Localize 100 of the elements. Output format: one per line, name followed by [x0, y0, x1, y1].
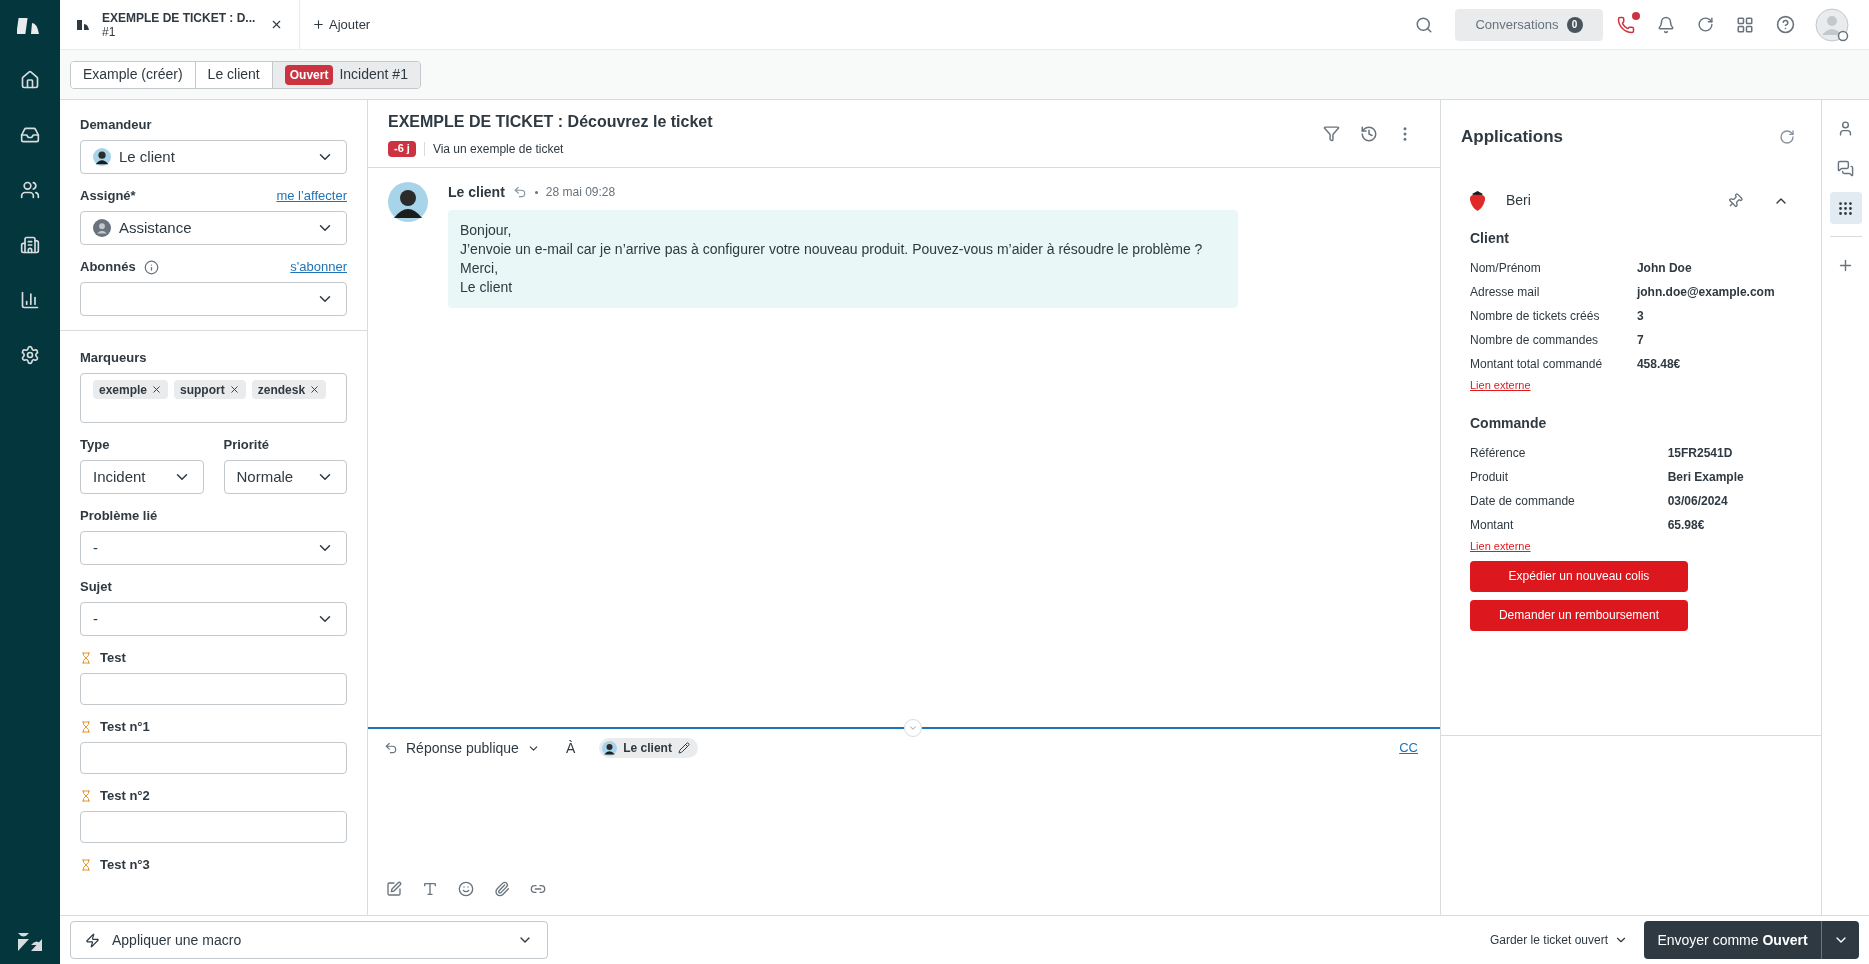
info-label: Nombre de tickets créés — [1470, 308, 1600, 323]
field-label: Abonnés — [80, 258, 136, 277]
status-dropdown[interactable]: Garder le ticket ouvert — [1489, 931, 1628, 949]
avatar — [602, 740, 618, 756]
cc-link[interactable]: CC — [1399, 738, 1418, 758]
select-value: Incident — [93, 466, 147, 487]
refresh-icon[interactable] — [1697, 16, 1714, 33]
info-value: 65.98€ — [1667, 518, 1705, 532]
info-label: Date de commande — [1470, 494, 1575, 508]
info-label: Nom/Prénom — [1470, 260, 1541, 275]
avatar — [93, 219, 111, 237]
bell-icon[interactable] — [1657, 15, 1675, 34]
filter-icon[interactable] — [1323, 125, 1340, 142]
expand-handle[interactable] — [904, 719, 922, 737]
info-value: john.doe@example.com — [1636, 284, 1775, 299]
close-icon[interactable] — [270, 18, 283, 31]
field-label: Test — [100, 649, 126, 668]
close-icon[interactable] — [151, 384, 163, 395]
building-icon — [20, 235, 40, 255]
input-field[interactable] — [80, 742, 347, 774]
tag[interactable]: exemple — [93, 380, 169, 399]
breadcrumb-item[interactable]: Incident #1 — [339, 64, 408, 85]
user-avatar[interactable] — [1815, 7, 1849, 42]
external-link[interactable]: Lien externe — [1470, 538, 1531, 555]
field-label: Problème lié — [80, 507, 158, 526]
select-field[interactable]: - — [80, 602, 347, 636]
breadcrumb-item[interactable]: Example (créer) — [71, 61, 196, 88]
avatar — [388, 182, 428, 222]
action-button[interactable]: Demander un remboursement — [1470, 599, 1688, 631]
help-icon[interactable] — [1776, 15, 1795, 34]
brand-logo-icon — [17, 932, 43, 952]
side-tool-button[interactable] — [1829, 192, 1862, 224]
home-icon — [20, 70, 40, 90]
recipient-name: Le client — [623, 740, 672, 757]
close-icon[interactable] — [309, 384, 321, 395]
add-tab-button[interactable]: Ajouter — [300, 14, 383, 35]
info-label: Nombre de commandes — [1470, 332, 1599, 347]
conversations-button[interactable]: Conversations 0 — [1455, 8, 1603, 41]
field-label: Test n°1 — [100, 718, 150, 737]
info-label: Référence — [1470, 446, 1526, 460]
select-value: - — [93, 608, 99, 629]
tag[interactable]: zendesk — [251, 380, 327, 399]
select-field[interactable]: Assistance — [80, 211, 347, 245]
field-label: Sujet — [80, 578, 112, 597]
select-field[interactable]: - — [80, 531, 347, 565]
info-label: Montant total commandé — [1470, 356, 1603, 371]
external-link[interactable]: Lien externe — [1470, 376, 1531, 393]
input-field[interactable] — [80, 811, 347, 843]
text-format-icon[interactable] — [422, 881, 438, 897]
select-field[interactable]: Le client — [80, 140, 347, 174]
recipient-chip[interactable]: Le client — [599, 738, 698, 758]
refresh-icon[interactable] — [1779, 128, 1795, 145]
message-line: Merci, — [460, 259, 500, 278]
select-value: Normale — [236, 466, 295, 487]
emoji-icon[interactable] — [458, 881, 474, 897]
field-label: Demandeur — [80, 116, 152, 135]
author-name: Le client — [448, 182, 505, 202]
tag-label: exemple — [99, 381, 148, 399]
app-name: Beri — [1506, 191, 1532, 210]
reply-mode-dropdown[interactable]: Réponse publique — [384, 737, 540, 759]
tag-label: zendesk — [257, 381, 306, 399]
pencil-icon[interactable] — [677, 742, 690, 754]
paperclip-icon[interactable] — [494, 881, 510, 897]
info-label: Montant — [1470, 518, 1514, 532]
info-value: 458.48€ — [1636, 356, 1681, 371]
field-label: Type — [80, 436, 110, 455]
tag[interactable]: support — [174, 380, 246, 399]
history-icon[interactable] — [1360, 124, 1378, 143]
close-icon[interactable] — [228, 384, 240, 395]
field-label: Marqueurs — [80, 349, 147, 368]
field-link[interactable]: me l’affecter — [276, 186, 347, 206]
grid-icon — [1837, 199, 1854, 217]
submit-button[interactable]: Envoyer comme Ouvert — [1644, 921, 1821, 959]
select-field[interactable]: Incident — [80, 460, 204, 494]
search-icon[interactable] — [1415, 15, 1433, 34]
field-link[interactable]: s'abonner — [290, 257, 347, 277]
bar-chart-icon — [20, 290, 40, 310]
select-value: Le client — [119, 146, 176, 167]
ticket-title: EXEMPLE DE TICKET : Découvrez le ticket — [388, 111, 714, 132]
select-field[interactable]: Normale — [223, 460, 347, 494]
submit-options-button[interactable] — [1821, 921, 1859, 959]
message-line: Le client — [460, 278, 514, 297]
info-value: Beri Example — [1667, 470, 1744, 484]
reply-icon — [384, 741, 398, 755]
message-time: 28 mai 09:28 — [545, 184, 616, 201]
settings-icon — [20, 345, 40, 365]
compose-icon[interactable] — [386, 881, 402, 897]
info-label: Produit — [1470, 470, 1509, 484]
tags-field[interactable]: exemple support zendesk — [80, 373, 347, 423]
macro-dropdown[interactable]: Appliquer une macro — [70, 921, 548, 959]
field-label: Test n°2 — [100, 787, 150, 806]
grid-icon[interactable] — [1736, 15, 1754, 34]
input-field[interactable] — [80, 673, 347, 705]
message-line: J’envoie un e-mail car je n’arrive pas à configurer votre nouveau produit. Pouvez-vous m’aider à résoudre le problème ? — [460, 240, 1204, 259]
phone-icon[interactable] — [1617, 15, 1635, 34]
breadcrumb-item[interactable]: Le client — [195, 61, 273, 88]
select-field[interactable] — [80, 282, 347, 316]
user-icon — [1837, 119, 1854, 137]
action-button[interactable]: Expédier un nouveau colis — [1470, 560, 1688, 592]
ticket-icon — [76, 18, 90, 31]
